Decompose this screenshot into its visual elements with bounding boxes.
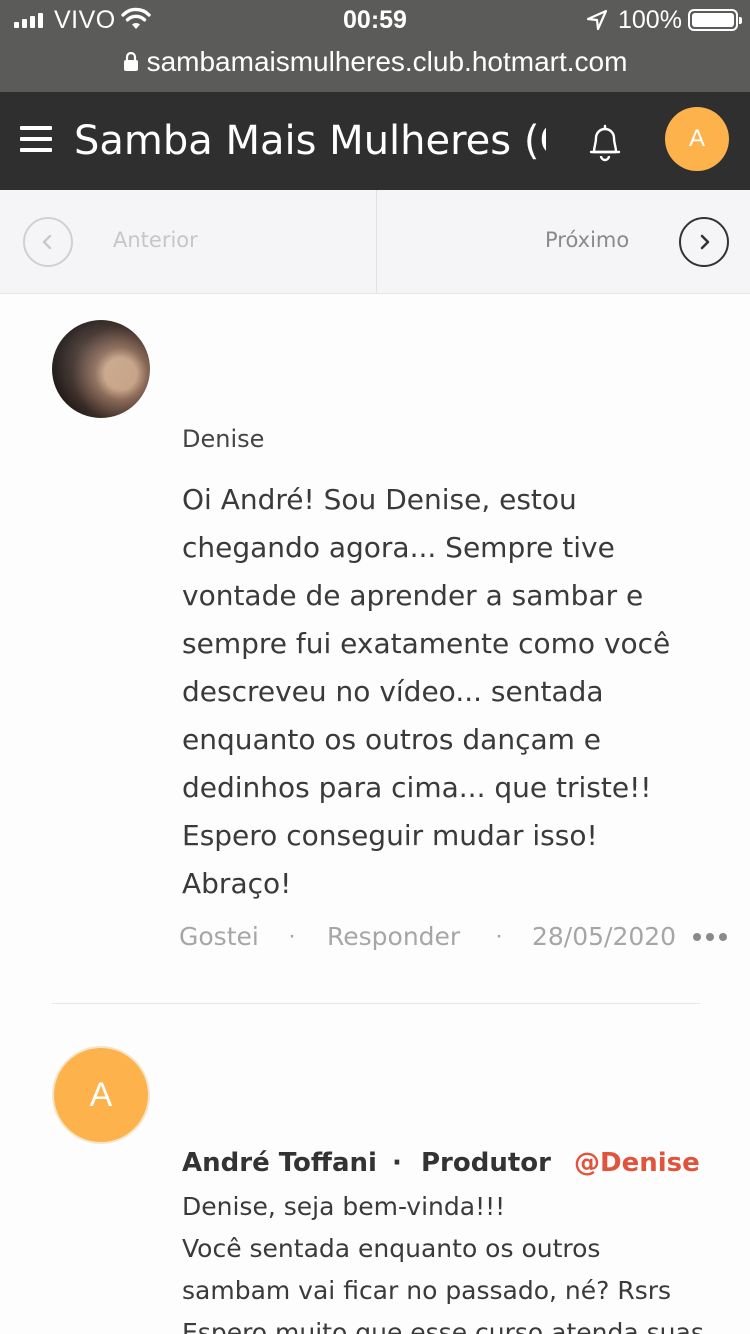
like-button[interactable]: Gostei bbox=[179, 922, 259, 951]
comment-author: Denise bbox=[182, 425, 265, 453]
browser-top-bar: VIVO 00:59 100% sambamaismulheres.club.h… bbox=[0, 0, 750, 92]
hamburger-menu-icon[interactable] bbox=[20, 126, 52, 156]
reply-text: Denise, seja bem-vinda!!! Você sentada e… bbox=[182, 1192, 704, 1334]
comment-divider bbox=[52, 1003, 700, 1004]
user-avatar[interactable]: A bbox=[665, 107, 729, 171]
separator-dot: · bbox=[392, 1148, 402, 1178]
chevron-left-icon bbox=[23, 217, 73, 267]
next-button[interactable]: Próximo bbox=[377, 190, 750, 294]
battery-icon bbox=[688, 9, 742, 31]
location-arrow-icon bbox=[586, 9, 608, 31]
producer-avatar: A bbox=[52, 1046, 150, 1144]
more-options-icon[interactable] bbox=[693, 930, 729, 944]
notification-bell-icon[interactable] bbox=[586, 122, 624, 162]
reply-button[interactable]: Responder bbox=[327, 922, 460, 951]
previous-button[interactable]: Anterior bbox=[0, 190, 376, 294]
separator-dot: · bbox=[495, 922, 503, 949]
chevron-right-icon bbox=[679, 217, 729, 267]
app-header: Samba Mais Mulheres (Curso Online) A bbox=[0, 92, 750, 190]
previous-label: Anterior bbox=[113, 228, 198, 252]
status-bar: VIVO 00:59 100% bbox=[0, 0, 750, 40]
lesson-pager: Anterior Próximo bbox=[0, 190, 750, 294]
page-title: Samba Mais Mulheres (Curso Online) bbox=[74, 118, 546, 164]
author-role-badge: Produtor bbox=[421, 1148, 551, 1178]
comment-text: Oi André! Sou Denise, estou chegando ago… bbox=[182, 483, 671, 900]
url-bar[interactable]: sambamaismulheres.club.hotmart.com bbox=[0, 40, 750, 84]
commenter-avatar-photo bbox=[52, 320, 150, 418]
battery-percentage: 100% bbox=[618, 6, 682, 34]
comment-date: 28/05/2020 bbox=[532, 922, 677, 951]
url-text: sambamaismulheres.club.hotmart.com bbox=[146, 46, 628, 77]
reply-author: André Toffani bbox=[182, 1148, 377, 1178]
mention-link[interactable]: @Denise bbox=[574, 1148, 700, 1178]
next-label: Próximo bbox=[545, 228, 630, 252]
lock-icon bbox=[123, 52, 138, 71]
separator-dot: · bbox=[288, 922, 296, 949]
